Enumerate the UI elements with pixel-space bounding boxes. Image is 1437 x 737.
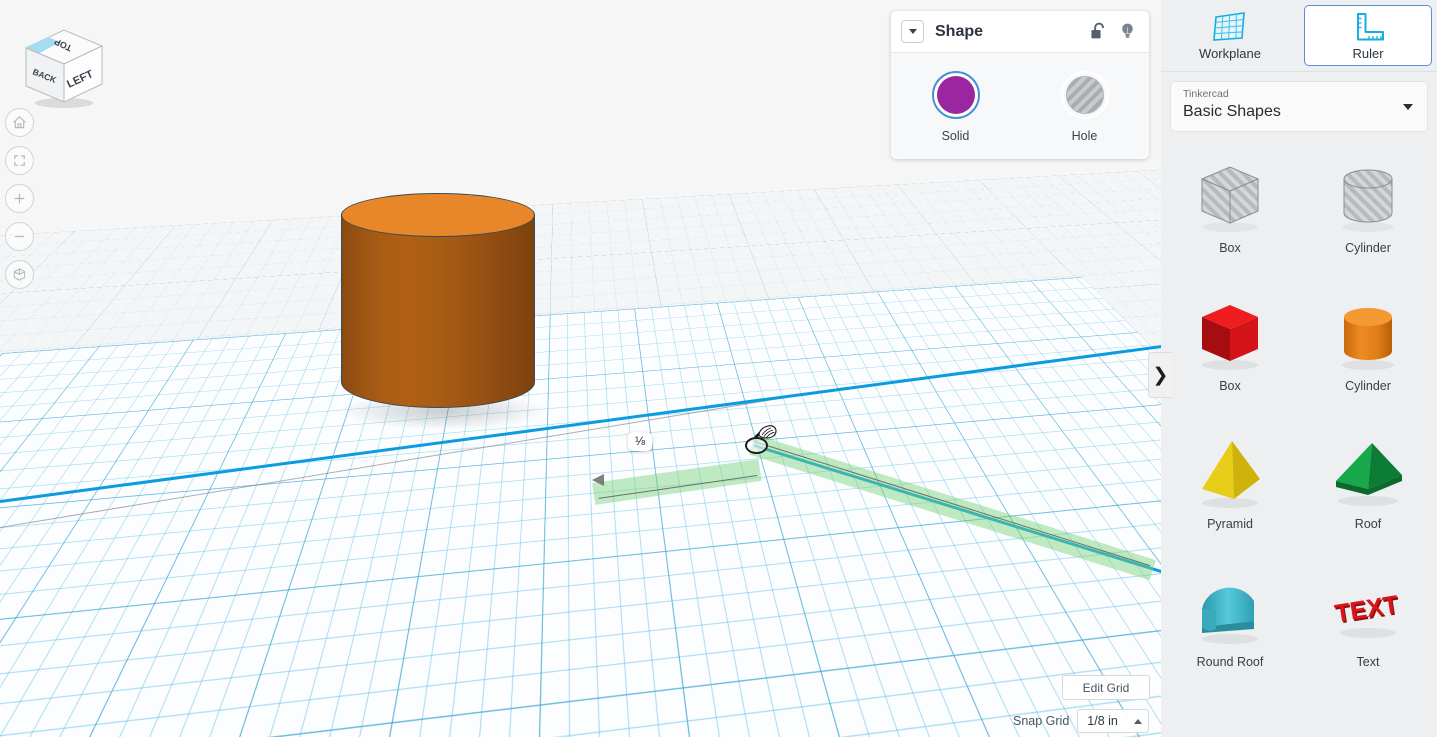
shape-item-box-solid[interactable]: Box bbox=[1161, 279, 1299, 417]
shape-library-name: Basic Shapes bbox=[1183, 102, 1281, 120]
solid-label: Solid bbox=[941, 129, 970, 143]
box-hole-thumb bbox=[1188, 155, 1272, 239]
shape-item-round-roof[interactable]: Round Roof bbox=[1161, 555, 1299, 693]
cylinder-solid-thumb bbox=[1326, 293, 1410, 377]
chevron-down-icon bbox=[908, 29, 917, 34]
view-cube[interactable]: TOP BACK LEFT bbox=[18, 24, 110, 112]
roof-thumb bbox=[1326, 431, 1410, 515]
shape-item-text[interactable]: TEXT TEXT Text bbox=[1299, 555, 1437, 693]
tinkercad-editor: ⅛ TOP BACK LEFT Edit Grid Snap Grid 1/8 … bbox=[0, 0, 1437, 737]
caret-up-icon bbox=[1134, 718, 1143, 724]
shape-label: Box bbox=[1219, 241, 1241, 255]
cylinder-hole-thumb bbox=[1326, 155, 1410, 239]
unlock-icon bbox=[1091, 22, 1104, 39]
minus-icon bbox=[14, 235, 25, 238]
shape-item-cylinder-hole[interactable]: Cylinder bbox=[1299, 141, 1437, 279]
hole-pattern-swatch[interactable] bbox=[1065, 76, 1104, 114]
light-toggle-button[interactable] bbox=[1119, 22, 1136, 41]
snap-grid-label: Snap Grid bbox=[1013, 714, 1070, 728]
home-view-button[interactable] bbox=[5, 108, 34, 137]
ruler-arrow-icon bbox=[592, 474, 604, 486]
svg-text:TEXT: TEXT bbox=[1333, 590, 1400, 628]
shape-properties-panel: Shape Solid Hole bbox=[891, 11, 1149, 159]
snap-grid-control: Snap Grid 1/8 in bbox=[1013, 709, 1150, 733]
shape-item-roof[interactable]: Roof bbox=[1299, 417, 1437, 555]
lock-toggle-button[interactable] bbox=[1090, 22, 1107, 41]
caret-down-icon bbox=[1403, 104, 1413, 110]
fit-view-icon bbox=[14, 155, 25, 166]
shape-library-grid: Box Cylinder Box Cylinder Pyramid Roof R… bbox=[1161, 141, 1437, 693]
chevron-right-icon: ❯ bbox=[1152, 364, 1169, 386]
fit-to-view-button[interactable] bbox=[5, 146, 34, 175]
pyramid-thumb bbox=[1188, 431, 1272, 515]
shape-label: Text bbox=[1356, 655, 1380, 669]
snap-grid-value: 1/8 in bbox=[1087, 714, 1118, 728]
lightbulb-icon bbox=[1122, 23, 1133, 38]
cylinder-body bbox=[341, 214, 535, 408]
shape-label: Cylinder bbox=[1345, 379, 1391, 393]
shape-label: Cylinder bbox=[1345, 241, 1391, 255]
shape-option-hole[interactable]: Hole bbox=[1020, 71, 1149, 143]
box-solid-thumb bbox=[1188, 293, 1272, 377]
shape-panel-title: Shape bbox=[935, 22, 984, 40]
tool-ruler-label: Ruler bbox=[1352, 45, 1384, 61]
hole-label: Hole bbox=[1071, 129, 1098, 143]
navigation-controls bbox=[5, 108, 34, 289]
shape-item-pyramid[interactable]: Pyramid bbox=[1161, 417, 1299, 555]
shape-library-select[interactable]: Tinkercad Basic Shapes bbox=[1170, 81, 1428, 132]
zoom-out-button[interactable] bbox=[5, 222, 34, 251]
plus-icon bbox=[14, 193, 25, 204]
shape-item-box-hole[interactable]: Box bbox=[1161, 141, 1299, 279]
shape-label: Round Roof bbox=[1196, 655, 1264, 669]
shapes-sidebar: Workplane Ruler Tinkercad Basic Shapes B… bbox=[1161, 0, 1437, 737]
shape-label: Box bbox=[1219, 379, 1241, 393]
solid-color-swatch[interactable] bbox=[936, 76, 975, 114]
round-roof-thumb bbox=[1188, 569, 1272, 653]
shape-option-solid[interactable]: Solid bbox=[891, 71, 1020, 143]
hand-cursor-icon bbox=[754, 425, 777, 439]
home-icon bbox=[13, 116, 26, 129]
sidebar-tool-row: Workplane Ruler bbox=[1161, 0, 1437, 72]
sidebar-collapse-tab[interactable]: ❯ bbox=[1148, 352, 1172, 398]
tool-ruler[interactable]: Ruler bbox=[1304, 5, 1432, 66]
cylinder-object[interactable] bbox=[341, 193, 535, 419]
cube-perspective-icon bbox=[13, 268, 26, 281]
snap-grid-select[interactable]: 1/8 in bbox=[1077, 709, 1150, 733]
hole-swatch-ring bbox=[1060, 71, 1109, 119]
ruler-dimension-label[interactable]: ⅛ bbox=[628, 432, 653, 451]
shape-panel-body: Solid Hole bbox=[891, 53, 1149, 159]
shape-panel-collapse-button[interactable] bbox=[901, 20, 924, 43]
perspective-toggle-button[interactable] bbox=[5, 260, 34, 289]
cylinder-top-face bbox=[341, 193, 535, 237]
solid-swatch-ring bbox=[931, 71, 980, 119]
text-thumb: TEXT TEXT bbox=[1326, 569, 1410, 653]
tool-workplane-label: Workplane bbox=[1199, 45, 1261, 61]
shape-panel-header: Shape bbox=[891, 11, 1149, 53]
zoom-in-button[interactable] bbox=[5, 184, 34, 213]
tool-workplane[interactable]: Workplane bbox=[1166, 5, 1294, 66]
edit-grid-button[interactable]: Edit Grid bbox=[1062, 675, 1150, 700]
shape-item-cylinder-solid[interactable]: Cylinder bbox=[1299, 279, 1437, 417]
shape-library-owner: Tinkercad bbox=[1183, 88, 1229, 100]
ruler-icon bbox=[1357, 12, 1384, 40]
shape-label: Pyramid bbox=[1207, 517, 1253, 531]
shape-label: Roof bbox=[1354, 517, 1382, 531]
workplane-icon bbox=[1213, 11, 1245, 41]
